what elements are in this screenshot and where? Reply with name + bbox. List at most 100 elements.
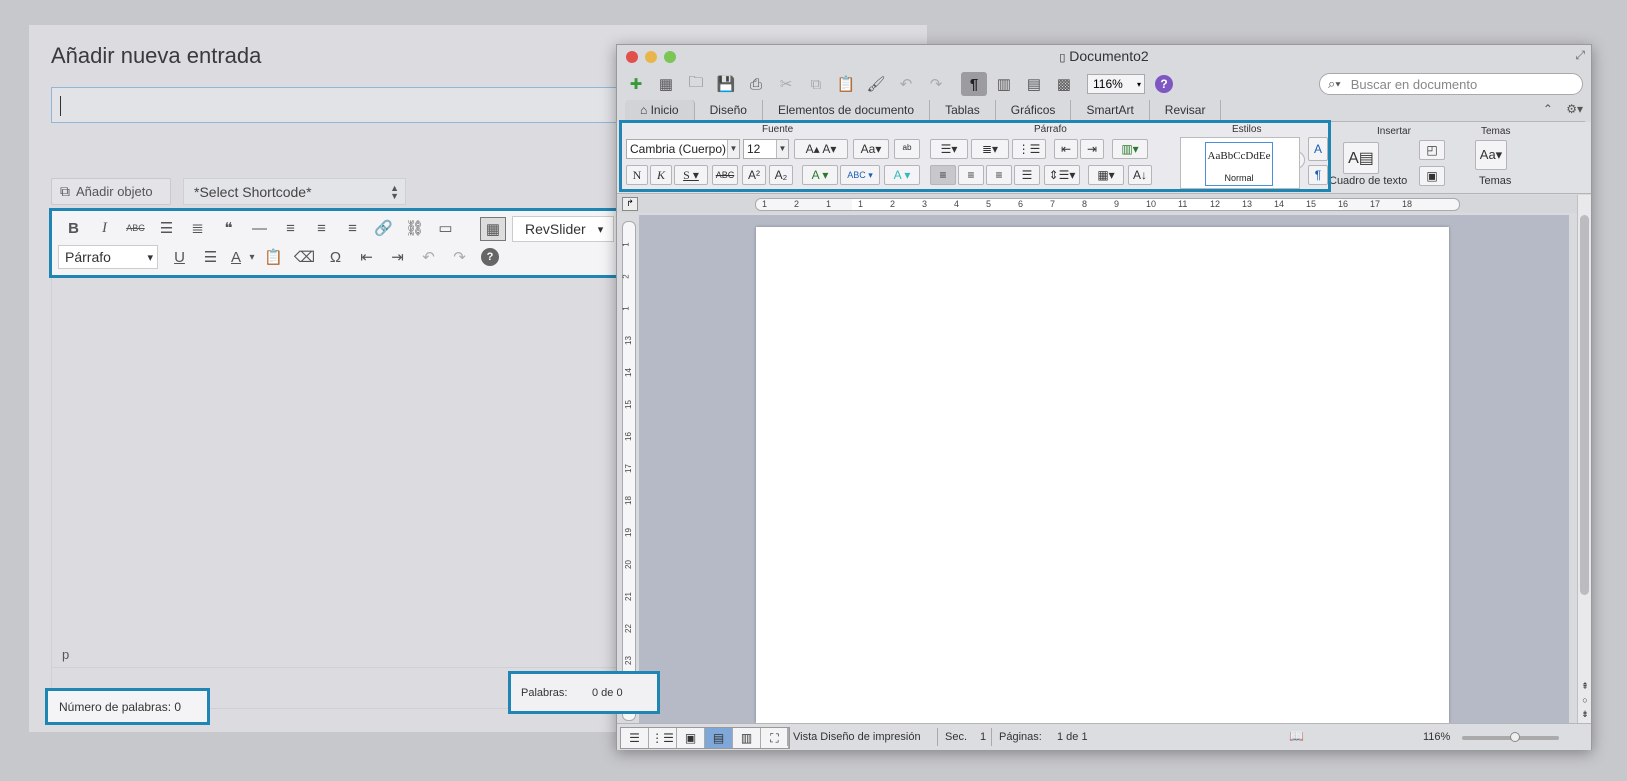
save-icon[interactable]: 💾 xyxy=(713,72,739,96)
post-content-editor[interactable] xyxy=(51,209,651,709)
align-right-button[interactable]: ≡ xyxy=(337,216,368,240)
print-layout-view-icon[interactable]: ▤ xyxy=(705,728,733,748)
increase-indent-icon[interactable]: ⇥ xyxy=(1080,139,1104,159)
remove-link-button[interactable]: ⛓ xyxy=(399,216,430,240)
picture-icon[interactable]: ▣ xyxy=(1419,166,1445,186)
italic-button[interactable]: I xyxy=(89,216,120,240)
help-icon[interactable]: ? xyxy=(1155,75,1173,93)
zoom-slider[interactable] xyxy=(1462,732,1559,742)
italic-icon[interactable]: K xyxy=(650,165,672,185)
sort-icon[interactable]: A↓ xyxy=(1128,165,1152,185)
font-size-select[interactable]: 12 ▼ xyxy=(743,139,789,159)
justify-button[interactable]: ☰ xyxy=(195,245,226,269)
text-color-arrow[interactable]: ▾ xyxy=(246,245,258,269)
subscript-icon[interactable]: A₂ xyxy=(769,165,793,185)
read-more-button[interactable]: ▭ xyxy=(430,216,461,240)
vertical-ruler[interactable]: 121131415161718192021222324 xyxy=(622,221,636,721)
zoom-select[interactable]: 116% ▾ xyxy=(1087,74,1145,94)
scroll-nav-buttons[interactable]: ⇞ ○ ⇟ xyxy=(1578,679,1592,721)
numbering-icon[interactable]: ≣▾ xyxy=(971,139,1009,159)
align-center-icon[interactable]: ≡ xyxy=(958,165,984,185)
add-media-button[interactable]: ⧉ Añadir objeto xyxy=(51,178,171,205)
templates-icon[interactable]: ▦ xyxy=(653,72,679,96)
help-button[interactable]: ? xyxy=(481,248,499,266)
format-painter-icon[interactable]: 🖌 xyxy=(863,72,889,96)
collapse-ribbon-icon[interactable]: ⌃ xyxy=(1543,102,1553,116)
tab-inicio[interactable]: ⌂ Inicio xyxy=(625,100,695,121)
text-effects-icon[interactable]: A ▾ xyxy=(884,165,920,185)
tab-smartart[interactable]: SmartArt xyxy=(1071,100,1150,121)
insert-link-button[interactable]: 🔗 xyxy=(368,216,399,240)
shapes-icon[interactable]: ◰ xyxy=(1419,140,1445,160)
line-spacing-icon[interactable]: ⇕☰▾ xyxy=(1044,165,1080,185)
strikethrough-icon[interactable]: ABC xyxy=(712,165,738,185)
underline-icon[interactable]: S ▾ xyxy=(674,165,708,185)
bullet-list-button[interactable]: ☰ xyxy=(151,216,182,240)
styles-pane-icon[interactable]: ¶ xyxy=(1308,165,1328,185)
align-left-icon[interactable]: ≡ xyxy=(930,165,956,185)
undo-icon[interactable]: ↶ xyxy=(893,72,919,96)
tab-elementos-de-documento[interactable]: Elementos de documento xyxy=(763,100,931,121)
borders-icon[interactable]: ▦▾ xyxy=(1088,165,1124,185)
horizontal-line-button[interactable]: — xyxy=(244,216,275,240)
textbox-icon[interactable]: A▤ xyxy=(1343,142,1379,174)
gear-icon[interactable]: ⚙▾ xyxy=(1566,102,1583,116)
superscript-icon[interactable]: A² xyxy=(742,165,766,185)
tab-selector-icon[interactable]: ↱ xyxy=(622,197,638,211)
underline-button[interactable]: U xyxy=(164,245,195,269)
sidebar-icon[interactable]: ▥ xyxy=(991,72,1017,96)
new-document-icon[interactable]: ✚ xyxy=(623,72,649,96)
font-color-icon[interactable]: A ▾ xyxy=(802,165,838,185)
tab-gráficos[interactable]: Gráficos xyxy=(996,100,1072,121)
bold-button[interactable]: B xyxy=(58,216,89,240)
style-gallery[interactable]: AaBbCcDdEe Normal xyxy=(1180,137,1300,189)
manage-styles-icon[interactable]: A xyxy=(1308,137,1328,161)
fullscreen-icon[interactable]: ⤢ xyxy=(1575,48,1585,63)
vertical-scrollbar[interactable]: ⇞ ○ ⇟ xyxy=(1577,195,1591,723)
proofing-icon[interactable]: 📖 xyxy=(1289,729,1304,743)
decrease-indent-icon[interactable]: ⇤ xyxy=(1054,139,1078,159)
style-normal-preview[interactable]: AaBbCcDdEe Normal xyxy=(1205,142,1273,186)
toolbar-toggle-button[interactable]: ▦ xyxy=(480,217,506,241)
paste-text-button[interactable]: 📋 xyxy=(258,245,289,269)
redo-icon[interactable]: ↷ xyxy=(923,72,949,96)
media-browser-icon[interactable]: ▩ xyxy=(1051,72,1077,96)
multilevel-list-icon[interactable]: ⋮☰ xyxy=(1012,139,1046,159)
print-icon[interactable]: ⎙ xyxy=(743,72,769,96)
format-select[interactable]: Párrafo ▾ xyxy=(58,245,158,269)
revslider-button[interactable]: RevSlider ▾ xyxy=(512,216,615,242)
undo-button[interactable]: ↶ xyxy=(413,245,444,269)
post-title-input[interactable] xyxy=(51,87,651,123)
tab-revisar[interactable]: Revisar xyxy=(1150,100,1222,121)
indent-button[interactable]: ⇥ xyxy=(382,245,413,269)
gallery-icon[interactable]: ▤ xyxy=(1021,72,1047,96)
zoom-slider-knob[interactable] xyxy=(1510,732,1520,742)
align-right-icon[interactable]: ≡ xyxy=(986,165,1012,185)
horizontal-ruler[interactable]: 1 2 1 1 2 3 4 5 6 7 8 9 10 11 12 13 14 15 16 17 18 xyxy=(755,198,1460,211)
tab-diseño[interactable]: Diseño xyxy=(695,100,763,121)
document-page[interactable] xyxy=(756,227,1449,723)
word-count-status[interactable]: Palabras: 0 de 0 xyxy=(508,671,660,714)
font-name-select[interactable]: Cambria (Cuerpo) ▼ xyxy=(626,139,740,159)
columns-icon[interactable]: ▥▾ xyxy=(1112,139,1148,159)
align-center-button[interactable]: ≡ xyxy=(306,216,337,240)
outdent-button[interactable]: ⇤ xyxy=(351,245,382,269)
justify-icon[interactable]: ☰ xyxy=(1014,165,1040,185)
strikethrough-button[interactable]: ABC xyxy=(120,216,151,240)
clear-format-button[interactable]: ⌫ xyxy=(289,245,320,269)
highlight-icon[interactable]: ABC ▾ xyxy=(840,165,880,185)
themes-icon[interactable]: Aa▾ xyxy=(1475,140,1507,170)
notebook-view-icon[interactable]: ▥ xyxy=(733,728,761,748)
spellcheck-icon[interactable]: ᵃᵇ xyxy=(894,139,920,159)
copy-icon[interactable]: ⧉ xyxy=(803,72,829,96)
scrollbar-thumb[interactable] xyxy=(1580,215,1589,595)
outline-view-icon[interactable]: ⋮☰ xyxy=(649,728,677,748)
text-color-button[interactable]: A xyxy=(226,245,246,269)
draft-view-icon[interactable]: ☰ xyxy=(621,728,649,748)
bullets-icon[interactable]: ☰▾ xyxy=(930,139,968,159)
paste-icon[interactable]: 📋 xyxy=(833,72,859,96)
tab-tablas[interactable]: Tablas xyxy=(930,100,996,121)
focus-view-icon[interactable]: ⛶ xyxy=(761,728,789,748)
shortcode-select[interactable]: *Select Shortcode* ▲ ▼ xyxy=(183,178,406,205)
font-size-buttons[interactable]: A▴ A▾ xyxy=(794,139,848,159)
